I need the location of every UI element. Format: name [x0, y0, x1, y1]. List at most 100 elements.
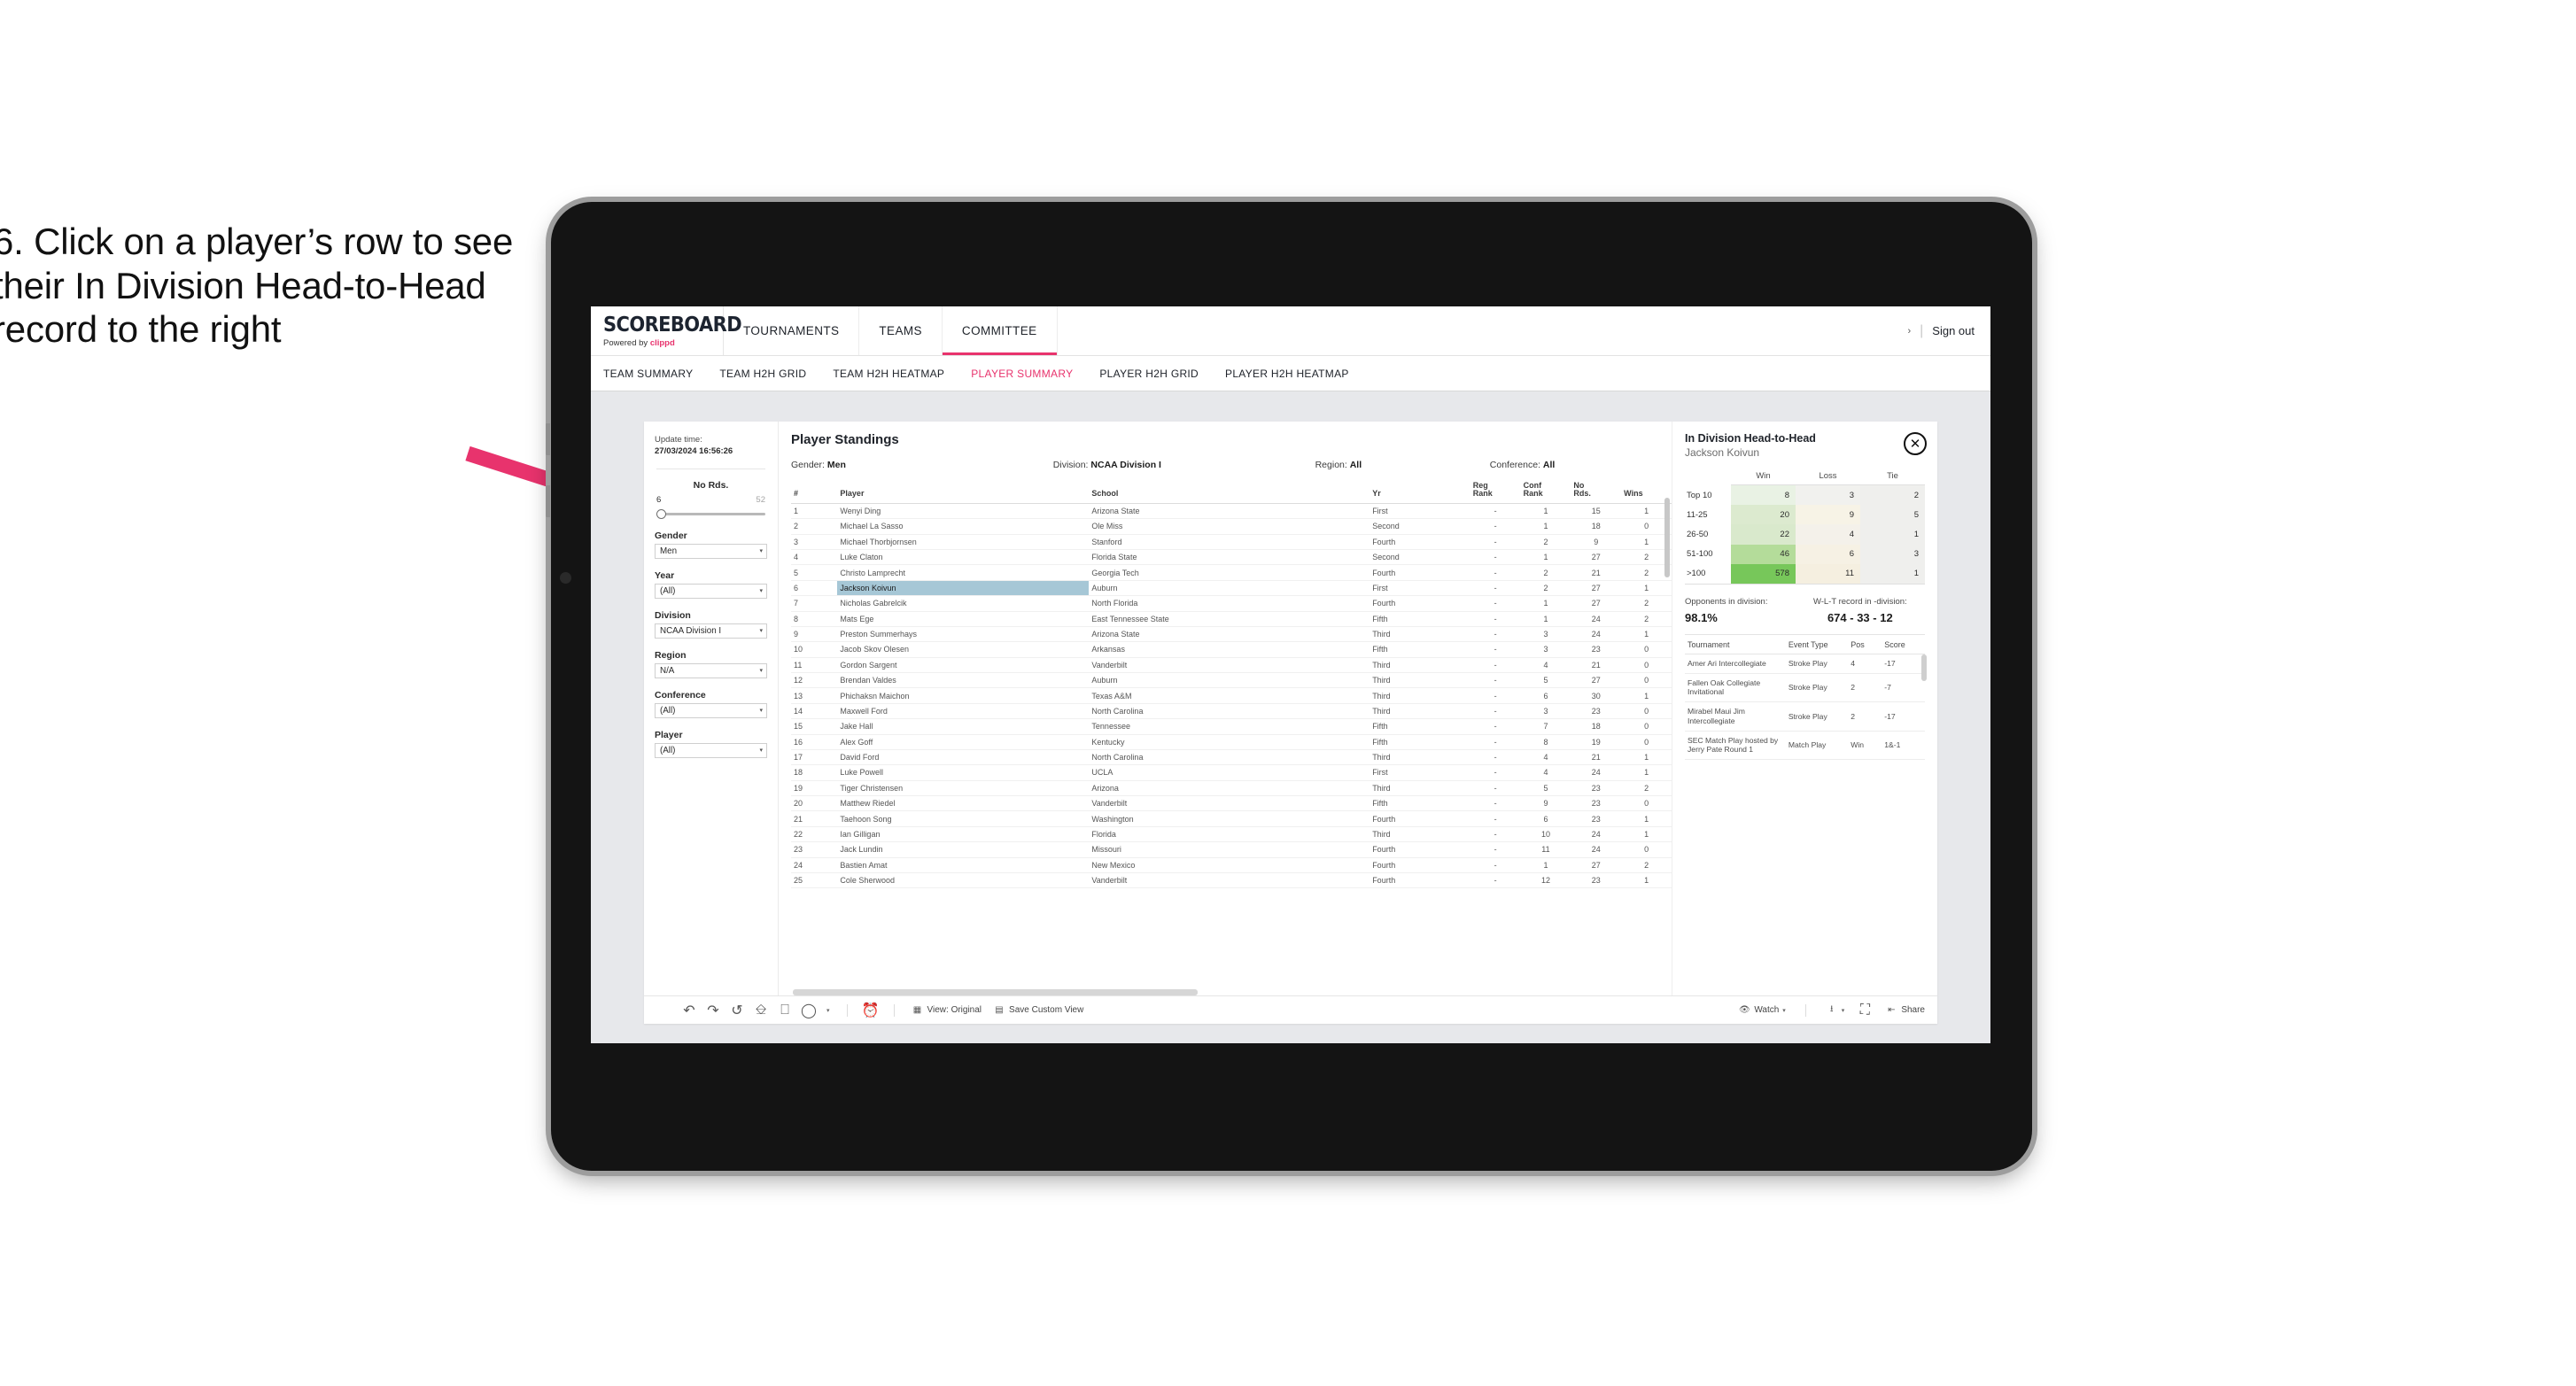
- table-row[interactable]: 1 Wenyi Ding Arizona State First -1 15 1: [791, 503, 1672, 520]
- tournament-col-pos[interactable]: Pos: [1848, 639, 1882, 654]
- view-shape-icon[interactable]: ◯: [801, 1003, 817, 1018]
- standings-cell-rank: 3: [791, 534, 838, 551]
- standings-col-[interactable]: #: [791, 482, 838, 504]
- tablet-screen: SCOREBOARD Powered by clippd TOURNAMENTS…: [591, 306, 1990, 1043]
- no-rounds-slider[interactable]: [655, 508, 767, 519]
- save-custom-view-button[interactable]: ▤ Save Custom View: [993, 1004, 1083, 1017]
- filter-gender: Gender Men ▾: [655, 530, 767, 559]
- tournament-event-type: Stroke Play: [1785, 654, 1849, 674]
- table-row[interactable]: 8 Mats Ege East Tennessee State Fifth -1 24 2: [791, 611, 1672, 627]
- standings-cell-reg-rank: -: [1470, 795, 1521, 812]
- no-rounds-filter[interactable]: No Rds. 6 52: [655, 480, 767, 519]
- table-row[interactable]: 12 Brendan Valdes Auburn Third -5 27 0: [791, 672, 1672, 689]
- tab-team-summary[interactable]: TEAM SUMMARY: [603, 368, 693, 380]
- h2h-tie-cell: 1: [1860, 563, 1925, 585]
- table-row[interactable]: 2 Michael La Sasso Ole Miss Second -1 18 0: [791, 518, 1672, 535]
- tab-team-h2h-grid[interactable]: TEAM H2H GRID: [719, 368, 806, 380]
- standings-cell-reg-rank: -: [1470, 534, 1521, 551]
- sign-out-link[interactable]: Sign out: [1932, 324, 1975, 337]
- standings-cell-reg-rank: -: [1470, 518, 1521, 535]
- table-row[interactable]: 3 Michael Thorbjornsen Stanford Fourth -2 9 1: [791, 534, 1672, 551]
- h2h-loss-cell: 11: [1796, 563, 1860, 585]
- nav-committee[interactable]: COMMITTEE: [942, 306, 1058, 355]
- standings-cell-wins: 2: [1621, 857, 1672, 873]
- redo-icon[interactable]: ↷: [707, 1003, 719, 1018]
- table-row[interactable]: 22 Ian Gilligan Florida Third -10 24 1: [791, 826, 1672, 843]
- tournament-col-tournament[interactable]: Tournament: [1685, 639, 1786, 654]
- tournament-col-score[interactable]: Score: [1882, 639, 1925, 654]
- standings-col-player[interactable]: Player: [837, 482, 1090, 504]
- table-row[interactable]: 16 Alex Goff Kentucky Fifth -8 19 0: [791, 734, 1672, 750]
- nav-tournaments[interactable]: TOURNAMENTS: [724, 306, 860, 355]
- standings-cell-conf-rank: 1: [1520, 857, 1571, 873]
- undo-icon[interactable]: ↶: [683, 1003, 695, 1018]
- share-button[interactable]: ⇤ Share: [1885, 1004, 1925, 1017]
- standings-cell-school: Arizona: [1089, 780, 1370, 797]
- filter-division-select[interactable]: NCAA Division I ▾: [655, 623, 767, 639]
- h2h-win-cell: 8: [1731, 484, 1796, 506]
- table-row[interactable]: 9 Preston Summerhays Arizona State Third -3 2…: [791, 626, 1672, 643]
- standings-col-reg-rank[interactable]: Reg Rank: [1470, 482, 1521, 504]
- standings-col-school[interactable]: School: [1089, 482, 1370, 504]
- list-item[interactable]: Amer Ari Intercollegiate Stroke Play 4 -17: [1685, 654, 1925, 674]
- standings-col-conf-rank[interactable]: Conf Rank: [1520, 482, 1571, 504]
- standings-cell-conf-rank: 5: [1520, 780, 1571, 797]
- table-row[interactable]: 25 Cole Sherwood Vanderbilt Fourth -12 23 1: [791, 872, 1672, 889]
- standings-cell-conf-rank: 7: [1520, 718, 1571, 735]
- tab-player-summary[interactable]: PLAYER SUMMARY: [971, 368, 1073, 380]
- filter-year-select[interactable]: (All) ▾: [655, 583, 767, 599]
- tournament-scrollbar[interactable]: [1921, 654, 1927, 681]
- h2h-band-label: 11-25: [1685, 505, 1731, 525]
- filter-gender-select[interactable]: Men ▾: [655, 543, 767, 559]
- table-row[interactable]: 15 Jake Hall Tennessee Fifth -7 18 0: [791, 718, 1672, 735]
- scoreboard-logo[interactable]: SCOREBOARD Powered by clippd: [591, 306, 742, 355]
- filter-conference-select[interactable]: (All) ▾: [655, 702, 767, 718]
- table-row[interactable]: 19 Tiger Christensen Arizona Third -5 23 2: [791, 780, 1672, 797]
- table-row[interactable]: 24 Bastien Amat New Mexico Fourth -1 27 2: [791, 857, 1672, 873]
- table-row[interactable]: 14 Maxwell Ford North Carolina Third -3 23 0: [791, 703, 1672, 720]
- table-row[interactable]: 21 Taehoon Song Washington Fourth -6 23 1: [791, 810, 1672, 827]
- table-row[interactable]: 18 Luke Powell UCLA First -4 24 1: [791, 764, 1672, 781]
- download-button[interactable]: ⭳ ▾: [1826, 1004, 1844, 1017]
- pause-icon[interactable]: ⎕: [779, 1003, 791, 1018]
- tournament-col-event-type[interactable]: Event Type: [1785, 639, 1849, 654]
- data-details-icon[interactable]: ⏰: [862, 1003, 880, 1018]
- table-row[interactable]: 13 Phichaksn Maichon Texas A&M Third -6 30 1: [791, 687, 1672, 704]
- nav-teams[interactable]: TEAMS: [859, 306, 943, 355]
- view-original-button[interactable]: ▦ View: Original: [912, 1004, 982, 1017]
- standings-cell-no-rds: 27: [1571, 672, 1622, 689]
- table-row[interactable]: 4 Luke Claton Florida State Second -1 27 2: [791, 549, 1672, 566]
- standings-cell-conf-rank: 5: [1520, 672, 1571, 689]
- list-item[interactable]: Fallen Oak Collegiate Invitational Stroke…: [1685, 673, 1925, 703]
- slider-handle[interactable]: [656, 508, 666, 519]
- watch-button[interactable]: 👁 Watch ▾: [1738, 1004, 1786, 1017]
- tab-player-h2h-grid[interactable]: PLAYER H2H GRID: [1099, 368, 1199, 380]
- refresh-icon[interactable]: ⎒: [755, 1003, 767, 1018]
- standings-cell-conf-rank: 6: [1520, 810, 1571, 827]
- standings-col-no-rds[interactable]: No Rds.: [1571, 482, 1622, 504]
- revert-icon[interactable]: ↺: [731, 1003, 743, 1018]
- standings-vertical-scrollbar[interactable]: [1664, 498, 1670, 577]
- table-row[interactable]: 23 Jack Lundin Missouri Fourth -11 24 0: [791, 841, 1672, 858]
- list-item[interactable]: Mirabel Maui Jim Intercollegiate Stroke P…: [1685, 701, 1925, 732]
- fullscreen-icon[interactable]: ⛶: [1858, 1003, 1871, 1018]
- table-row[interactable]: 7 Nicholas Gabrelcik North Florida Fourth -1…: [791, 595, 1672, 612]
- table-row[interactable]: 17 David Ford North Carolina Third -4 21 1: [791, 749, 1672, 766]
- filter-region-select[interactable]: N/A ▾: [655, 662, 767, 678]
- chevron-down-icon[interactable]: ▾: [826, 1007, 830, 1014]
- account-chevron-icon[interactable]: ›: [1907, 326, 1911, 337]
- tab-player-h2h-heatmap[interactable]: PLAYER H2H HEATMAP: [1225, 368, 1349, 380]
- table-row[interactable]: 6 Jackson Koivun Auburn First -2 27 1: [791, 580, 1672, 597]
- table-row[interactable]: 20 Matthew Riedel Vanderbilt Fifth -9 23 0: [791, 795, 1672, 812]
- list-item[interactable]: SEC Match Play hosted by Jerry Pate Roun…: [1685, 731, 1925, 761]
- filter-player-select[interactable]: (All) ▾: [655, 742, 767, 758]
- standings-cell-conf-rank: 4: [1520, 657, 1571, 674]
- sub-nav: TEAM SUMMARY TEAM H2H GRID TEAM H2H HEAT…: [591, 356, 1990, 391]
- close-icon[interactable]: ✕: [1904, 432, 1927, 455]
- standings-col-yr[interactable]: Yr: [1369, 482, 1470, 504]
- standings-horizontal-scrollbar[interactable]: [793, 989, 1199, 995]
- table-row[interactable]: 10 Jacob Skov Olesen Arkansas Fifth -3 23 0: [791, 641, 1672, 658]
- tab-team-h2h-heatmap[interactable]: TEAM H2H HEATMAP: [833, 368, 944, 380]
- table-row[interactable]: 11 Gordon Sargent Vanderbilt Third -4 21 0: [791, 657, 1672, 674]
- table-row[interactable]: 5 Christo Lamprecht Georgia Tech Fourth -2 21…: [791, 564, 1672, 581]
